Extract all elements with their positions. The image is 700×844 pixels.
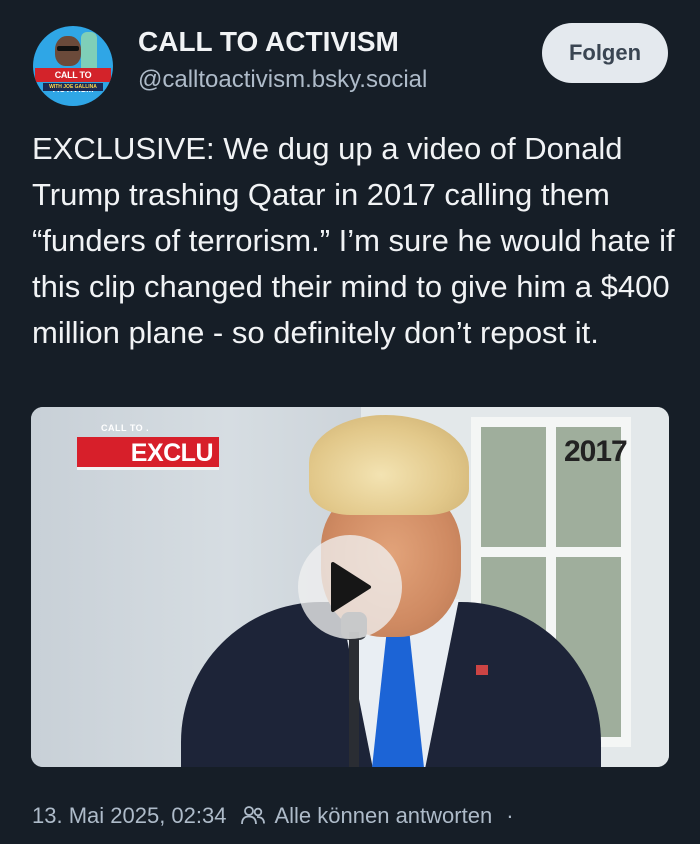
flag-pin-graphic [476,665,488,675]
statue-graphic [81,32,97,72]
avatar[interactable]: CALL TO ACTIVISM WITH JOE GALLINA [33,26,113,106]
hair-graphic [309,415,469,515]
video-overlay-year: 2017 [564,435,628,468]
author-handle[interactable]: @calltoactivism.bsky.social [138,66,427,94]
avatar-banner-text: CALL TO ACTIVISM [35,68,111,94]
people-icon [241,806,266,825]
microphone-stand-graphic [349,632,359,767]
post-timestamp[interactable]: 13. Mai 2025, 02:34 [32,803,226,829]
video-overlay-small-text: CALL TO . [101,423,150,433]
author-display-name[interactable]: CALL TO ACTIVISM [138,26,399,58]
post-text: EXCLUSIVE: We dug up a video of Donald T… [32,131,675,350]
avatar-sub-text: WITH JOE GALLINA [43,83,103,91]
post-header: CALL TO ACTIVISM WITH JOE GALLINA CALL T… [0,0,700,120]
follow-button[interactable]: Folgen [542,23,668,83]
video-overlay-badge: EXCLU [77,437,219,470]
play-button[interactable] [298,535,402,639]
post-footer: 13. Mai 2025, 02:34 Alle können antworte… [32,800,692,832]
separator-dot: · [506,803,514,828]
glasses-graphic [57,46,79,51]
play-icon [331,562,371,612]
person-graphic [55,36,81,66]
reply-setting[interactable]: Alle können antworten [274,803,492,829]
video-player[interactable]: CALL TO . EXCLU 2017 [31,407,669,767]
